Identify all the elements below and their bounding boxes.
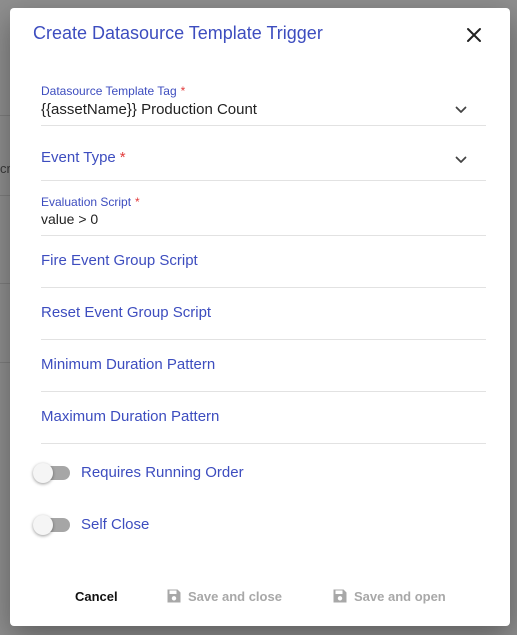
requires-running-order-label: Requires Running Order (81, 464, 244, 481)
fire-event-group-script-label: Fire Event Group Script (41, 252, 198, 269)
save-and-open-button[interactable]: Save and open (332, 586, 446, 608)
chevron-down-icon (455, 156, 467, 163)
save-icon (333, 589, 347, 603)
event-type-label: Event Type * (41, 149, 126, 166)
create-trigger-dialog: Create Datasource Template Trigger Datas… (10, 8, 510, 626)
evaluation-script-field[interactable]: Evaluation Script * value > 0 (41, 181, 486, 236)
self-close-toggle[interactable] (33, 515, 71, 535)
evaluation-script-value: value > 0 (41, 211, 99, 227)
requires-running-order-row: Requires Running Order (33, 460, 333, 486)
self-close-label: Self Close (81, 516, 150, 533)
close-icon (467, 28, 481, 42)
cancel-button[interactable]: Cancel (75, 586, 118, 608)
toggle-thumb (33, 515, 53, 535)
dialog-actions: Cancel Save and close Save and open (10, 586, 510, 608)
requires-running-order-toggle[interactable] (33, 463, 71, 483)
required-marker: * (180, 84, 186, 98)
maximum-duration-pattern-button[interactable]: Maximum Duration Pattern (41, 392, 486, 444)
evaluation-script-label: Evaluation Script * (41, 195, 140, 209)
save-and-close-button[interactable]: Save and close (166, 586, 282, 608)
self-close-row: Self Close (33, 512, 333, 538)
maximum-duration-pattern-label: Maximum Duration Pattern (41, 408, 220, 425)
reset-event-group-script-label: Reset Event Group Script (41, 304, 212, 321)
datasource-template-tag-value: {{assetName}} Production Count (41, 101, 257, 118)
event-type-select[interactable]: Event Type * (41, 126, 486, 181)
close-button[interactable] (462, 23, 486, 47)
minimum-duration-pattern-button[interactable]: Minimum Duration Pattern (41, 340, 486, 392)
save-icon (167, 589, 181, 603)
chevron-down-icon (455, 106, 467, 113)
save-and-open-label: Save and open (354, 589, 446, 604)
background-text-fragment: cr (0, 161, 10, 176)
toggle-thumb (33, 463, 53, 483)
required-marker: * (119, 149, 126, 166)
fire-event-group-script-button[interactable]: Fire Event Group Script (41, 236, 486, 288)
required-marker: * (135, 195, 140, 209)
dialog-title: Create Datasource Template Trigger (33, 23, 323, 43)
reset-event-group-script-button[interactable]: Reset Event Group Script (41, 288, 486, 340)
datasource-template-tag-label: Datasource Template Tag * (41, 84, 186, 98)
minimum-duration-pattern-label: Minimum Duration Pattern (41, 356, 216, 373)
save-and-close-label: Save and close (188, 589, 282, 604)
datasource-template-tag-select[interactable]: Datasource Template Tag * {{assetName}} P… (41, 82, 486, 126)
